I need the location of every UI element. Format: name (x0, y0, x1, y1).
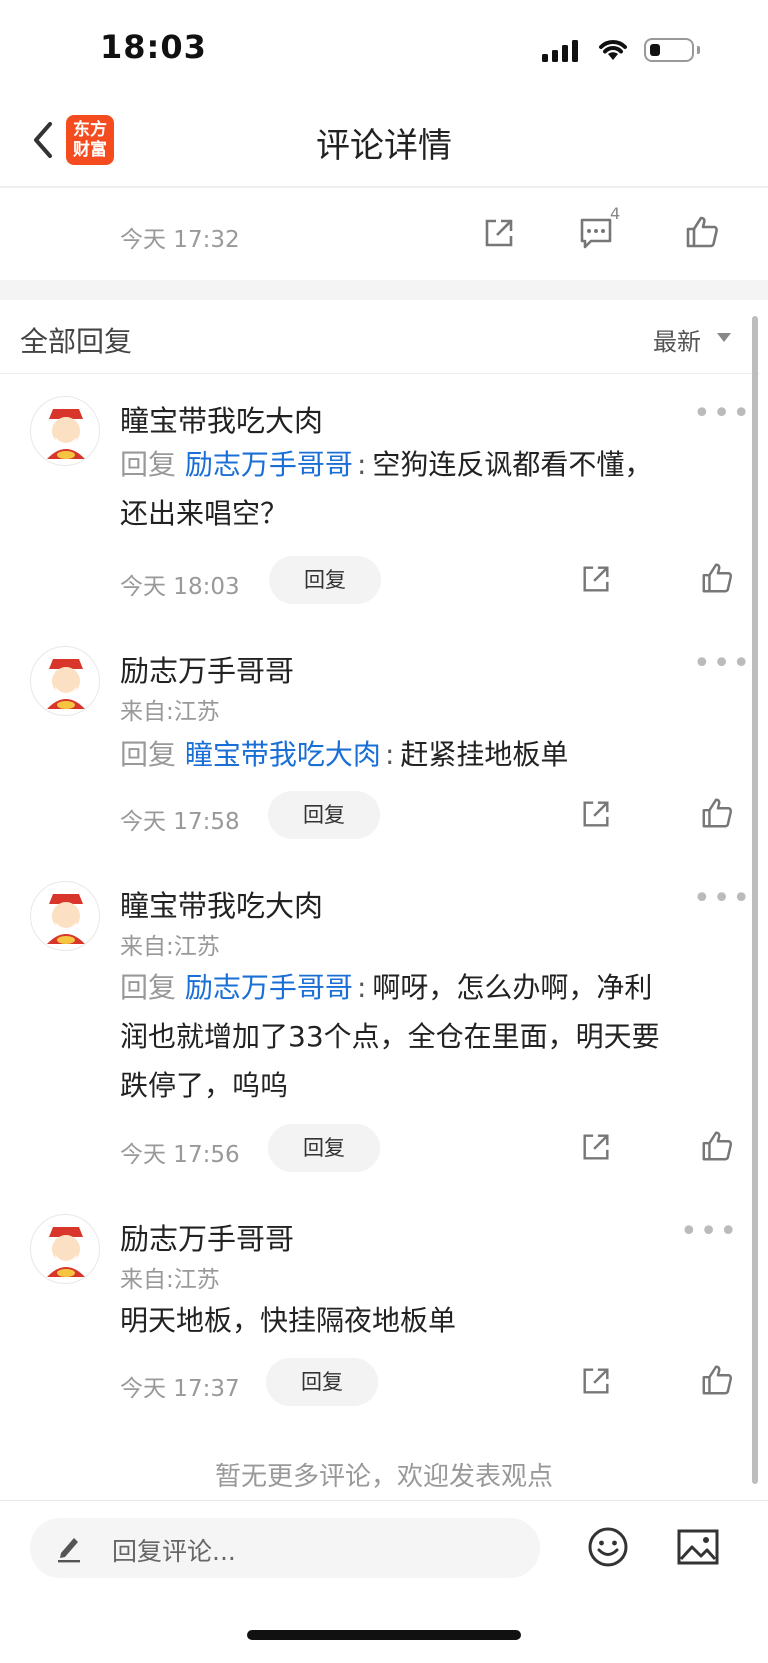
share-icon[interactable] (580, 798, 612, 830)
sort-dropdown[interactable]: 最新 (653, 322, 701, 357)
wifi-icon (599, 40, 627, 60)
comment-text-line2: 润也就增加了33个点，全仓在里面，明天要 (120, 1020, 660, 1053)
more-icon[interactable]: ••• (693, 396, 752, 431)
reply-button[interactable]: 回复 (268, 1124, 380, 1172)
comment-username[interactable]: 瞳宝带我吃大肉 (120, 398, 323, 440)
like-icon[interactable] (700, 561, 734, 595)
battery-tip (697, 46, 700, 54)
avatar[interactable] (30, 1214, 100, 1284)
comment-time: 今天 17:56 (120, 1142, 240, 1168)
home-indicator (247, 1630, 521, 1640)
all-replies-title: 全部回复 (20, 325, 133, 358)
reply-button[interactable]: 回复 (268, 791, 380, 839)
comment-body: 明天地板，快挂隔夜地板单 (120, 1296, 720, 1345)
edit-icon (58, 1538, 80, 1563)
comment-location: 来自:江苏 (120, 699, 220, 725)
comment-time: 今天 17:58 (120, 809, 240, 835)
avatar-icon (47, 409, 85, 459)
comment-time: 今天 17:37 (120, 1376, 240, 1402)
comment-username[interactable]: 励志万手哥哥 (120, 1216, 294, 1258)
post-time: 今天 17:32 (120, 227, 240, 253)
comment-location: 来自:江苏 (120, 1267, 220, 1293)
battery-icon (644, 38, 694, 62)
nav-divider (0, 186, 768, 188)
image-icon[interactable] (676, 1527, 720, 1567)
avatar-icon (47, 894, 85, 944)
avatar-icon (47, 659, 85, 709)
reply-button[interactable]: 回复 (269, 556, 381, 604)
page-title: 评论详情 (316, 126, 452, 166)
reply-button[interactable]: 回复 (266, 1358, 378, 1406)
reply-target-link[interactable]: 励志万手哥哥 (185, 971, 353, 1004)
more-icon[interactable]: ••• (693, 881, 752, 916)
comment-text: 啊呀，怎么办啊，净利 (372, 971, 653, 1004)
comment-body: 回复 励志万手哥哥: 空狗连反讽都看不懂， 还出来唱空？ (120, 440, 720, 538)
like-icon[interactable] (700, 1129, 734, 1163)
comment-text: 空狗连反讽都看不懂， (372, 448, 653, 481)
share-icon[interactable] (580, 563, 612, 595)
avatar-icon (47, 1227, 85, 1277)
comment-username[interactable]: 励志万手哥哥 (120, 648, 294, 690)
comment-body: 回复 瞳宝带我吃大肉: 赶紧挂地板单 (120, 738, 569, 771)
sort-caret-icon[interactable] (717, 333, 731, 342)
like-icon[interactable] (700, 1363, 734, 1397)
comment-text: 赶紧挂地板单 (400, 738, 569, 771)
comment-body: 回复 励志万手哥哥: 啊呀，怎么办啊，净利 润也就增加了33个点，全仓在里面，明天… (120, 963, 720, 1110)
reply-target-link[interactable]: 励志万手哥哥 (185, 448, 353, 481)
scrollbar[interactable] (752, 316, 758, 1484)
like-icon[interactable] (684, 214, 720, 250)
comment-icon[interactable] (578, 216, 614, 250)
comment-text-line2: 还出来唱空？ (120, 497, 289, 530)
reply-input-placeholder[interactable]: 回复评论... (112, 1532, 236, 1568)
like-icon[interactable] (700, 796, 734, 830)
emoji-icon[interactable] (586, 1525, 630, 1569)
section-gap (0, 280, 768, 300)
share-icon[interactable] (482, 216, 516, 250)
avatar[interactable] (30, 881, 100, 951)
more-icon[interactable]: ••• (693, 646, 752, 681)
avatar[interactable] (30, 396, 100, 466)
comment-username[interactable]: 瞳宝带我吃大肉 (120, 883, 323, 925)
status-time: 18:03 (100, 28, 207, 66)
section-divider (0, 373, 760, 374)
avatar[interactable] (30, 646, 100, 716)
comment-count: 4 (610, 204, 621, 223)
share-icon[interactable] (580, 1131, 612, 1163)
comment-location: 来自:江苏 (120, 934, 220, 960)
share-icon[interactable] (580, 1365, 612, 1397)
no-more-comments-text: 暂无更多评论，欢迎发表观点 (214, 1462, 553, 1492)
comment-time: 今天 18:03 (120, 574, 240, 600)
reply-prefix: 回复 (120, 971, 177, 1004)
more-icon[interactable]: ••• (680, 1214, 739, 1249)
reply-prefix: 回复 (120, 738, 177, 771)
reply-input[interactable] (30, 1518, 540, 1578)
signal-icon (542, 40, 578, 62)
bottom-divider (0, 1500, 768, 1501)
comment-text-line3: 跌停了，呜呜 (120, 1069, 289, 1102)
reply-prefix: 回复 (120, 448, 177, 481)
reply-target-link[interactable]: 瞳宝带我吃大肉 (185, 738, 381, 771)
comment-text: 明天地板，快挂隔夜地板单 (120, 1304, 457, 1337)
